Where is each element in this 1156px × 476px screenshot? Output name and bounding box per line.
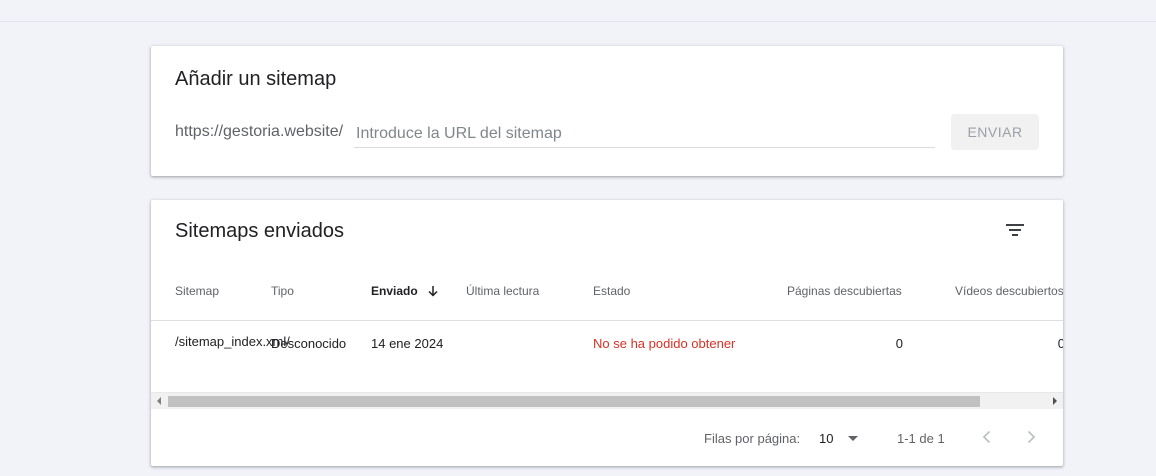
rows-per-page-select[interactable]: 10 — [819, 427, 865, 449]
column-header-sitemap[interactable]: Sitemap — [175, 284, 219, 298]
rows-per-page-label: Filas por página: — [704, 431, 801, 446]
header-divider — [151, 320, 1063, 321]
scrollbar-thumb[interactable] — [168, 396, 980, 407]
column-header-type[interactable]: Tipo — [271, 284, 294, 298]
sent-sitemaps-card: Sitemaps enviados Sitemap Tipo Enviado Ú… — [151, 200, 1063, 466]
top-bar-strip — [0, 0, 1156, 22]
url-prefix: https://gestoria.website/ — [175, 123, 344, 140]
scroll-left-icon[interactable] — [157, 397, 161, 405]
pagination: Filas por página: 10 1-1 de 1 — [151, 409, 1063, 466]
cell-pages: 0 — [895, 336, 903, 351]
horizontal-scrollbar[interactable] — [151, 392, 1063, 409]
column-header-pages[interactable]: Páginas descubiertas — [787, 284, 902, 298]
page-range: 1-1 de 1 — [897, 431, 945, 446]
cell-type: Desconocido — [271, 336, 347, 351]
add-sitemap-title: Añadir un sitemap — [175, 68, 337, 90]
sitemaps-table: Sitemap Tipo Enviado Última lectura Esta… — [151, 270, 1063, 392]
filter-list-icon[interactable] — [1003, 220, 1027, 240]
dropdown-arrow-icon — [848, 436, 858, 441]
sitemap-url-input[interactable] — [354, 120, 935, 148]
scroll-right-icon[interactable] — [1053, 397, 1057, 405]
chevron-right-icon[interactable] — [1021, 427, 1041, 447]
arrow-down-icon — [428, 286, 438, 297]
column-header-videos[interactable]: Vídeos descubiertos — [955, 284, 1063, 298]
chevron-left-icon[interactable] — [977, 427, 997, 447]
column-header-submitted-label: Enviado — [371, 284, 418, 298]
cell-submitted: 14 ene 2024 — [371, 336, 444, 351]
submit-sitemap-button[interactable]: ENVIAR — [951, 114, 1039, 150]
cell-sitemap[interactable]: /sitemap_index.xml/ — [175, 330, 290, 354]
rows-per-page-value: 10 — [819, 431, 834, 446]
column-header-submitted[interactable]: Enviado — [371, 284, 439, 298]
cell-videos: 0 — [1057, 336, 1063, 351]
sent-sitemaps-title: Sitemaps enviados — [175, 220, 344, 242]
add-sitemap-card: Añadir un sitemap https://gestoria.websi… — [151, 46, 1063, 176]
column-header-last-read[interactable]: Última lectura — [466, 284, 539, 298]
column-header-status[interactable]: Estado — [593, 284, 630, 298]
cell-status: No se ha podido obtener — [593, 336, 736, 351]
